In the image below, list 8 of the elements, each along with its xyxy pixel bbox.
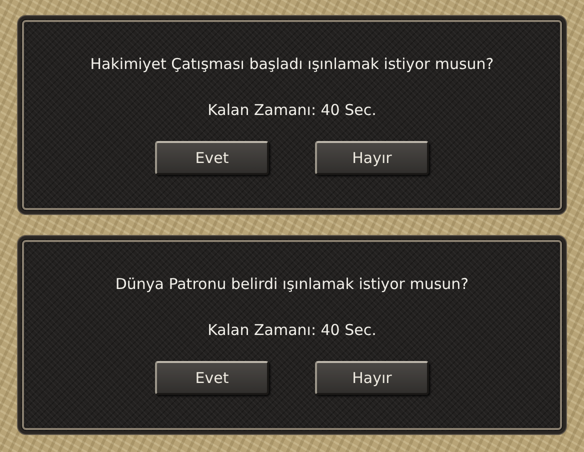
yes-button[interactable]: Evet bbox=[155, 141, 269, 175]
remaining-time: Kalan Zamanı: 40 Sec. bbox=[208, 321, 376, 339]
no-button[interactable]: Hayır bbox=[315, 361, 429, 395]
remaining-time: Kalan Zamanı: 40 Sec. bbox=[208, 101, 376, 119]
dialog-message: Dünya Patronu belirdi ışınlamak istiyor musun? bbox=[115, 275, 469, 293]
dialog-message: Hakimiyet Çatışması başladı ışınlamak istiyor musun? bbox=[90, 55, 494, 73]
yes-button[interactable]: Evet bbox=[155, 361, 269, 395]
no-button[interactable]: Hayır bbox=[315, 141, 429, 175]
